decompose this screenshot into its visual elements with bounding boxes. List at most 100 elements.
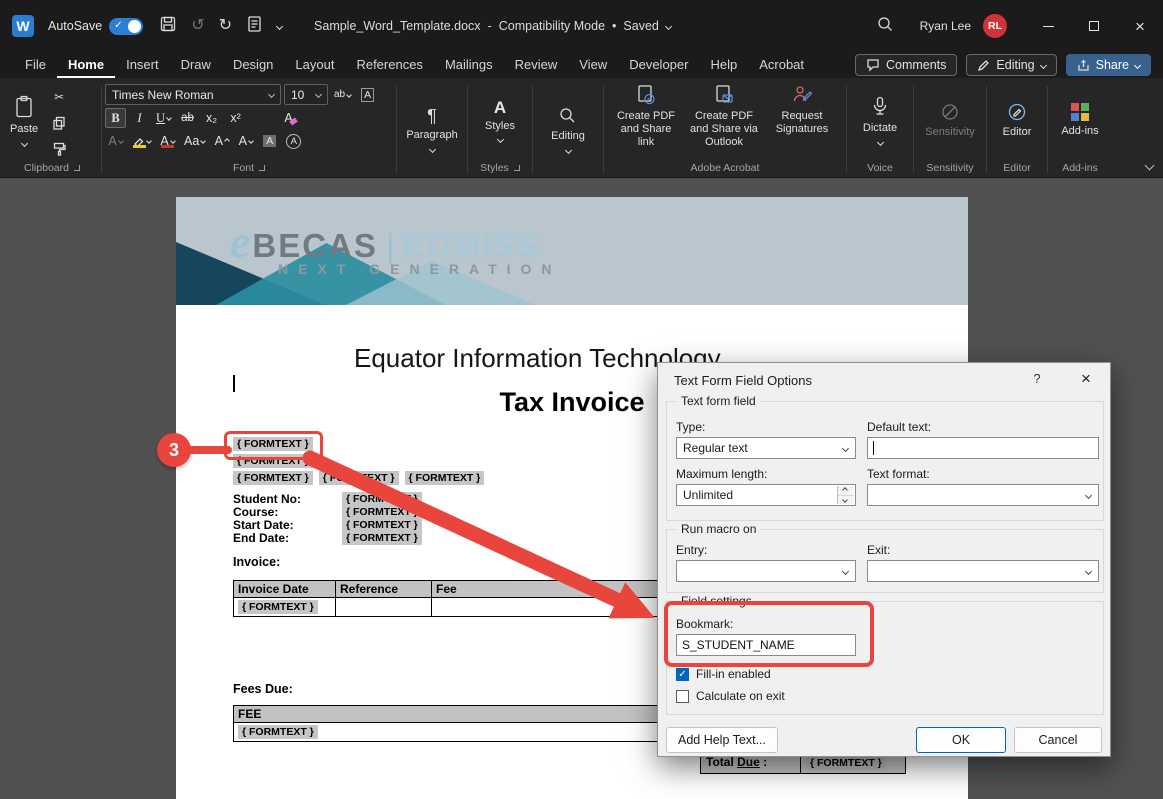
share-button[interactable]: Share: [1066, 54, 1151, 76]
tab-mailings[interactable]: Mailings: [434, 52, 504, 78]
highlight-chevron-icon: [146, 138, 152, 144]
editor-button[interactable]: Editor: [999, 82, 1036, 159]
enclose-characters-button[interactable]: A: [283, 131, 304, 151]
default-text-input[interactable]: [867, 437, 1099, 459]
strikethrough-button[interactable]: ab: [177, 108, 198, 128]
tab-references[interactable]: References: [345, 52, 433, 78]
calculate-on-exit-checkbox[interactable]: [676, 690, 689, 703]
paragraph-chevron-icon: [428, 146, 435, 153]
editing-mode-button[interactable]: Editing: [966, 54, 1056, 76]
cut-button[interactable]: ✂: [48, 88, 70, 106]
dictate-button[interactable]: Dictate: [859, 82, 901, 159]
text-format-dropdown[interactable]: [867, 484, 1099, 506]
maximum-length-spinner[interactable]: Unlimited: [676, 484, 856, 506]
tab-acrobat[interactable]: Acrobat: [748, 52, 815, 78]
subscript-button[interactable]: x₂: [201, 108, 222, 128]
invoice-section-label: Invoice:: [233, 555, 280, 569]
undo-icon[interactable]: ↺: [191, 18, 204, 34]
superscript-button[interactable]: x²: [225, 108, 246, 128]
autosave-toggle[interactable]: ✓: [109, 18, 143, 35]
font-name-chevron-icon: [268, 91, 275, 98]
collapse-ribbon-chevron-icon[interactable]: [1145, 161, 1155, 171]
format-painter-button[interactable]: [48, 140, 70, 158]
paragraph-button[interactable]: ¶ Paragraph: [400, 82, 464, 177]
tab-developer[interactable]: Developer: [618, 52, 699, 78]
phonetic-guide-button[interactable]: ab: [331, 85, 354, 105]
font-dialog-launcher-icon[interactable]: [259, 165, 265, 171]
maximize-button[interactable]: [1071, 0, 1117, 52]
change-case-button[interactable]: Aa: [181, 131, 208, 151]
tab-insert[interactable]: Insert: [115, 52, 170, 78]
styles-label: Styles: [485, 120, 515, 133]
formtext-field[interactable]: { FORMTEXT }: [238, 725, 318, 739]
request-signatures-label: Request Signatures: [767, 110, 837, 136]
bold-button[interactable]: B: [105, 108, 126, 128]
sensitivity-button[interactable]: Sensitivity: [921, 82, 979, 159]
character-border-button[interactable]: A: [357, 85, 378, 105]
search-icon[interactable]: [876, 15, 894, 38]
underline-button[interactable]: U: [153, 108, 174, 128]
font-group-label: Font: [105, 159, 393, 177]
avatar[interactable]: RL: [983, 14, 1007, 38]
close-button[interactable]: ×: [1117, 0, 1163, 52]
create-pdf-share-link-button[interactable]: Create PDF and Share link: [607, 82, 685, 152]
formtext-field[interactable]: { FORMTEXT }: [806, 756, 886, 770]
copy-icon: [52, 116, 66, 130]
clipboard-dialog-launcher-icon[interactable]: [74, 165, 80, 171]
addins-icon: [1071, 103, 1089, 121]
paste-button[interactable]: Paste: [6, 82, 42, 159]
editing-button[interactable]: Editing: [536, 82, 600, 177]
fill-in-enabled-checkbox[interactable]: ✓: [676, 668, 689, 681]
comments-button[interactable]: Comments: [855, 54, 957, 76]
saved-status[interactable]: Saved: [623, 19, 658, 33]
add-help-text-button[interactable]: Add Help Text...: [666, 727, 778, 753]
underline-chevron-icon: [166, 115, 172, 121]
group-divider: [467, 86, 468, 173]
tab-view[interactable]: View: [568, 52, 618, 78]
grow-font-button[interactable]: A: [211, 131, 232, 151]
user-name[interactable]: Ryan Lee: [920, 19, 971, 33]
tab-help[interactable]: Help: [699, 52, 748, 78]
create-pdf-share-outlook-button[interactable]: Create PDF and Share via Outlook: [685, 82, 763, 152]
document-preview-icon[interactable]: [246, 15, 263, 38]
saved-chevron-icon[interactable]: [665, 22, 672, 29]
styles-dialog-launcher-icon[interactable]: [514, 165, 520, 171]
font-color-button[interactable]: A: [157, 131, 178, 151]
exit-dropdown[interactable]: [867, 560, 1099, 582]
addins-button[interactable]: Add-ins: [1057, 82, 1102, 159]
italic-button[interactable]: I: [129, 108, 150, 128]
adobe-acrobat-group-label: Adobe Acrobat: [607, 159, 843, 177]
tab-layout[interactable]: Layout: [284, 52, 345, 78]
minimize-button[interactable]: [1025, 0, 1071, 52]
word-logo-icon[interactable]: W: [12, 15, 34, 37]
entry-dropdown[interactable]: [676, 560, 856, 582]
tab-home[interactable]: Home: [57, 52, 115, 78]
font-name-combo[interactable]: Times New Roman: [105, 84, 281, 105]
tab-file[interactable]: File: [14, 52, 57, 78]
spinner-buttons[interactable]: [837, 486, 854, 504]
tab-design[interactable]: Design: [222, 52, 284, 78]
dialog-close-button[interactable]: ×: [1068, 365, 1104, 393]
styles-button[interactable]: A Styles: [481, 82, 519, 159]
type-dropdown[interactable]: Regular text: [676, 437, 856, 459]
ok-button[interactable]: OK: [916, 727, 1006, 753]
character-shading-button[interactable]: A: [259, 131, 280, 151]
dialog-help-button[interactable]: ?: [1026, 371, 1048, 386]
redo-icon[interactable]: ↻: [219, 18, 232, 34]
cancel-button[interactable]: Cancel: [1014, 727, 1102, 753]
customize-qat-chevron-icon[interactable]: [276, 22, 283, 29]
title-separator: -: [488, 19, 492, 33]
font-size-combo[interactable]: 10: [284, 84, 328, 105]
shrink-font-button[interactable]: A: [235, 131, 256, 151]
text-effects-chevron-icon: [118, 138, 124, 144]
text-effects-button[interactable]: A: [105, 131, 126, 151]
text-highlight-button[interactable]: [129, 131, 154, 151]
tab-review[interactable]: Review: [504, 52, 569, 78]
create-pdf-share-link-label: Create PDF and Share link: [611, 110, 681, 150]
copy-button[interactable]: [48, 114, 70, 132]
save-icon[interactable]: [159, 15, 177, 38]
tab-draw[interactable]: Draw: [170, 52, 222, 78]
autosave-control[interactable]: AutoSave ✓: [48, 18, 143, 35]
request-signatures-button[interactable]: Request Signatures: [763, 82, 841, 138]
clear-formatting-button[interactable]: A: [278, 108, 299, 128]
